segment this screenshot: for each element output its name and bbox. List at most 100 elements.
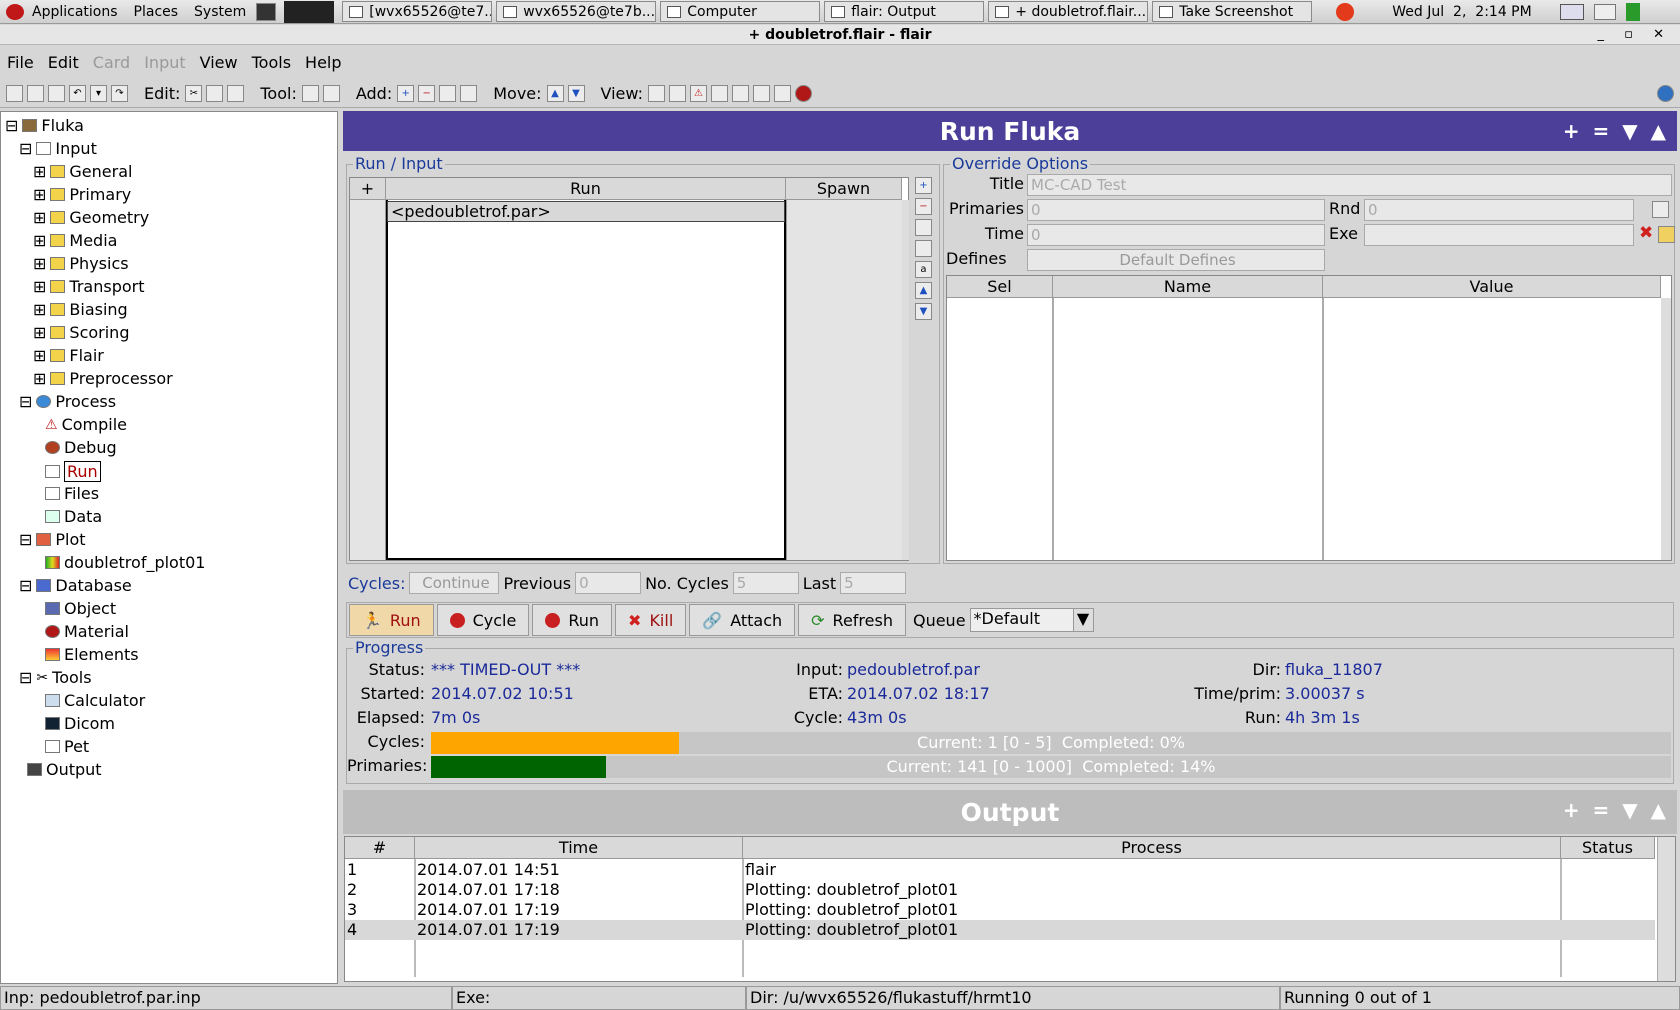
menu-card[interactable]: Card	[86, 53, 137, 72]
run-list[interactable]: + Run Spawn <pedoubletrof.par>	[349, 177, 909, 561]
remove-run-icon[interactable]: −	[915, 198, 932, 215]
expand-icon[interactable]: ⊞	[33, 231, 46, 250]
expand-icon[interactable]: ⊞	[33, 277, 46, 296]
view-compile-icon[interactable]: ⚠	[690, 85, 707, 102]
table-row[interactable]: 2 2014.07.01 17:18 Plotting: doubletrof_pl…	[345, 880, 1590, 900]
table-row[interactable]: 3 2014.07.01 17:19 Plotting: doubletrof_pl…	[345, 900, 1590, 920]
run-button[interactable]: 🏃 Run	[349, 604, 434, 636]
exe-field[interactable]	[1364, 224, 1634, 246]
tree-flair[interactable]: ⊞ Flair	[33, 346, 104, 365]
menu-view[interactable]: View	[193, 53, 245, 72]
random-seed-icon[interactable]	[1652, 201, 1669, 218]
move-run-up-icon[interactable]: ▲	[915, 282, 932, 299]
view-plot-icon[interactable]	[774, 85, 791, 102]
attach-button[interactable]: 🔗 Attach	[689, 604, 796, 636]
no-cycles-spinbox[interactable]: 5	[732, 572, 799, 594]
system-menu[interactable]: System	[186, 4, 254, 20]
task-flair-main[interactable]: + doubletrof.flair...	[988, 1, 1149, 22]
menu-input[interactable]: Input	[137, 53, 192, 72]
info-icon[interactable]	[1657, 85, 1674, 102]
menu-help[interactable]: Help	[298, 53, 348, 72]
tree-doubletrof-plot01[interactable]: doubletrof_plot01	[45, 553, 205, 572]
tree-plot[interactable]: ⊟ Plot	[19, 530, 86, 549]
tree-geometry[interactable]: ⊞ Geometry	[33, 208, 149, 227]
move-run-down-icon[interactable]: ▼	[915, 303, 932, 320]
inspect-icon[interactable]	[301, 85, 319, 102]
defines-table[interactable]: Sel Name Value	[946, 275, 1672, 561]
value-column-header[interactable]: Value	[1323, 276, 1661, 298]
tree-database[interactable]: ⊟ Database	[19, 576, 132, 595]
open-icon[interactable]	[27, 85, 44, 102]
collapse-icon[interactable]: ⊟	[19, 139, 32, 158]
cut-icon[interactable]: ✂	[185, 85, 203, 102]
view-geometry-icon[interactable]	[669, 85, 686, 102]
run-column-header[interactable]: Run	[386, 178, 786, 200]
tree-object[interactable]: Object	[45, 599, 116, 618]
tree-dicom[interactable]: Dicom	[45, 714, 115, 733]
expand-icon[interactable]: ⊞	[33, 185, 46, 204]
add-run-icon[interactable]: +	[915, 177, 932, 194]
tree-elements[interactable]: Elements	[45, 645, 139, 664]
view-files-icon[interactable]	[732, 85, 749, 102]
name-column-header[interactable]: Name	[1053, 276, 1323, 298]
status-column-header[interactable]: Status	[1561, 837, 1655, 859]
num-column-header[interactable]: #	[345, 837, 415, 859]
expand-icon[interactable]: ⊞	[33, 208, 46, 227]
paste-icon[interactable]	[227, 85, 245, 102]
spawn-column-header[interactable]: Spawn	[786, 178, 902, 200]
material-icon[interactable]	[460, 85, 478, 102]
move-down-icon[interactable]: ▼	[567, 85, 585, 102]
refresh-run-icon[interactable]	[915, 240, 932, 257]
clone-run-icon[interactable]	[915, 219, 932, 236]
table-row-selected[interactable]: 4 2014.07.01 17:19 Plotting: doubletrof_pl…	[345, 920, 1655, 940]
undo-list-icon[interactable]: ▾	[90, 85, 107, 102]
collapse-icon[interactable]: ⊟	[19, 576, 32, 595]
tree-primary[interactable]: ⊞ Primary	[33, 185, 131, 204]
task-computer[interactable]: Computer	[660, 1, 821, 22]
run-row[interactable]: <pedoubletrof.par>	[387, 201, 785, 222]
tree-debug[interactable]: Debug	[45, 438, 117, 457]
run-stop-button[interactable]: Run	[532, 604, 613, 636]
collapse-icon[interactable]: ⊟	[19, 668, 32, 687]
expand-icon[interactable]: ⊞	[33, 369, 46, 388]
tree-physics[interactable]: ⊞ Physics	[33, 254, 129, 273]
remove-icon[interactable]: −	[418, 85, 436, 102]
table-row[interactable]: 1 2014.07.01 14:51 flair	[345, 860, 1590, 880]
expand-icon[interactable]: ⊞	[33, 300, 46, 319]
tree-scoring[interactable]: ⊞ Scoring	[33, 323, 129, 342]
clone-icon[interactable]	[439, 85, 457, 102]
view-material-icon[interactable]	[795, 85, 812, 102]
tree-tools[interactable]: ⊟ ✂ Tools	[19, 668, 92, 687]
logout-icon[interactable]	[1625, 2, 1640, 21]
expand-icon[interactable]: ⊞	[33, 254, 46, 273]
tree-preprocessor[interactable]: ⊞ Preprocessor	[33, 369, 173, 388]
primaries-field[interactable]: 0	[1027, 199, 1325, 221]
refresh-button[interactable]: ⟳ Refresh	[798, 604, 906, 636]
tree-media[interactable]: ⊞ Media	[33, 231, 117, 250]
view-input-icon[interactable]	[648, 85, 665, 102]
rnd-field[interactable]: 0	[1364, 199, 1634, 221]
task-flair-output[interactable]: flair: Output	[824, 1, 985, 22]
project-tree[interactable]: ⊟ Fluka ⊟ Input ⊞ General ⊞ Primary ⊞ Geometr…	[0, 111, 338, 984]
refresh-tool-icon[interactable]	[322, 85, 340, 102]
redhat-icon[interactable]	[6, 3, 24, 20]
tree-material[interactable]: Material	[45, 622, 129, 641]
tree-files[interactable]: Files	[45, 484, 99, 503]
move-up-icon[interactable]: ▲	[546, 85, 564, 102]
window-controls[interactable]: _ ▫ ✕	[1598, 25, 1672, 45]
task-take-screenshot[interactable]: Take Screenshot	[1152, 1, 1313, 22]
browse-exe-folder-icon[interactable]	[1658, 226, 1675, 243]
network-icon[interactable]	[1559, 3, 1584, 20]
collapse-icon[interactable]: ⊟	[19, 392, 32, 411]
rename-run-icon[interactable]: a	[915, 261, 932, 278]
volume-icon[interactable]	[1593, 3, 1616, 20]
time-field[interactable]: 0	[1027, 224, 1325, 246]
terminal-launcher-icon[interactable]	[256, 2, 277, 21]
view-data-icon[interactable]	[753, 85, 770, 102]
continue-button[interactable]: Continue	[409, 572, 500, 594]
applications-menu[interactable]: Applications	[24, 4, 126, 20]
tree-transport[interactable]: ⊞ Transport	[33, 277, 144, 296]
collapse-icon[interactable]: ⊟	[19, 530, 32, 549]
tree-fluka[interactable]: ⊟ Fluka	[5, 116, 84, 135]
expand-icon[interactable]: ⊞	[33, 346, 46, 365]
